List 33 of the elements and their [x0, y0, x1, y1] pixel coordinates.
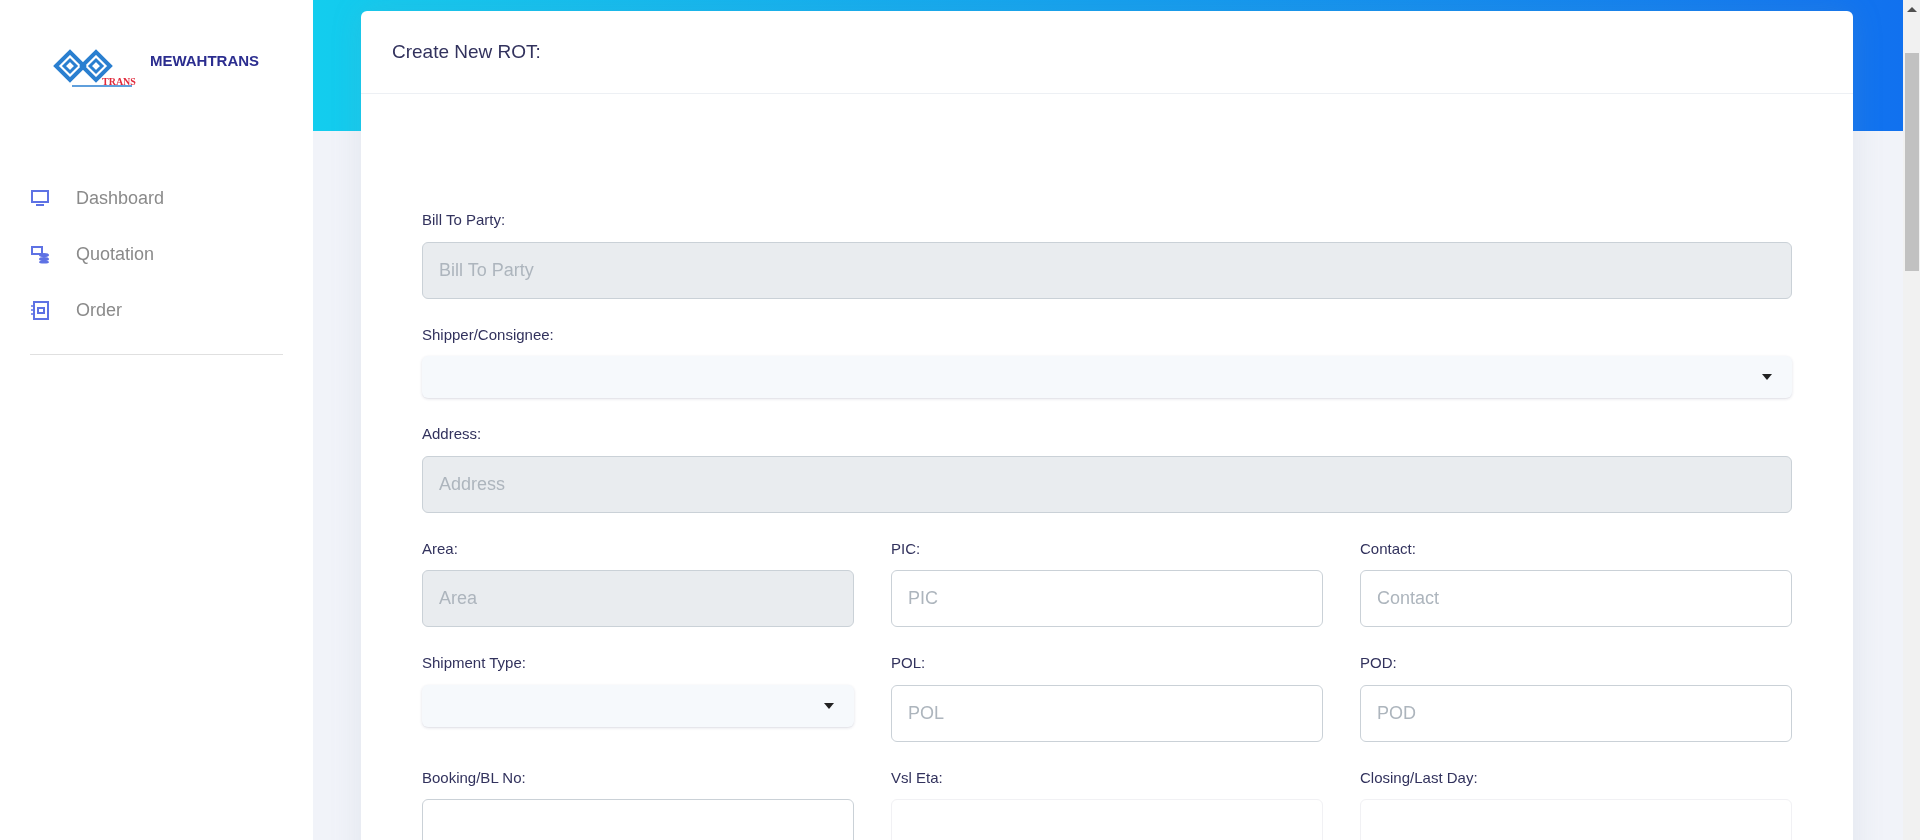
field-label: Booking/BL No: — [422, 767, 527, 788]
caret-icon — [824, 702, 834, 709]
field-label: Closing/Last Day: — [1360, 767, 1479, 788]
caret-icon — [1762, 374, 1772, 380]
dropdown[interactable] — [422, 356, 1792, 398]
screen-database-icon — [30, 244, 50, 264]
field-label: PIC: — [891, 538, 922, 559]
field-label: Area: — [422, 538, 459, 559]
sidebar-item[interactable]: Order — [30, 282, 283, 338]
field-label: POL: — [891, 653, 927, 673]
input-field[interactable]: PIC — [891, 570, 1323, 627]
dropdown[interactable] — [422, 684, 854, 727]
field-label: Address: — [422, 424, 483, 444]
scroll-thumb[interactable] — [1904, 53, 1919, 271]
monitor-icon — [30, 188, 50, 208]
field-label: POD: — [1360, 653, 1398, 673]
scroll-up-icon[interactable] — [1906, 5, 1917, 13]
input-field[interactable]: POD — [1360, 684, 1792, 742]
logo-subtitle: TRANS — [102, 75, 136, 89]
field-label: Vsl Eta: — [891, 767, 944, 788]
field-label: Shipment Type: — [422, 653, 527, 673]
field-label: Bill To Party: — [422, 210, 507, 230]
notebook-icon — [30, 300, 50, 320]
scrollbar[interactable] — [1903, 0, 1920, 840]
sidebar-item[interactable]: Quotation — [30, 226, 283, 282]
input-field[interactable]: Contact — [1360, 570, 1792, 627]
input-field[interactable] — [422, 799, 854, 840]
logo-name: MEWAHTRANS — [149, 51, 260, 71]
card-title: Create New ROT: — [392, 40, 541, 64]
field-label: Shipper/Consignee: — [422, 324, 555, 345]
field-label: Contact: — [1360, 538, 1417, 559]
input-field[interactable]: POL — [891, 684, 1323, 742]
sidebar-item[interactable]: Dashboard — [30, 170, 283, 226]
